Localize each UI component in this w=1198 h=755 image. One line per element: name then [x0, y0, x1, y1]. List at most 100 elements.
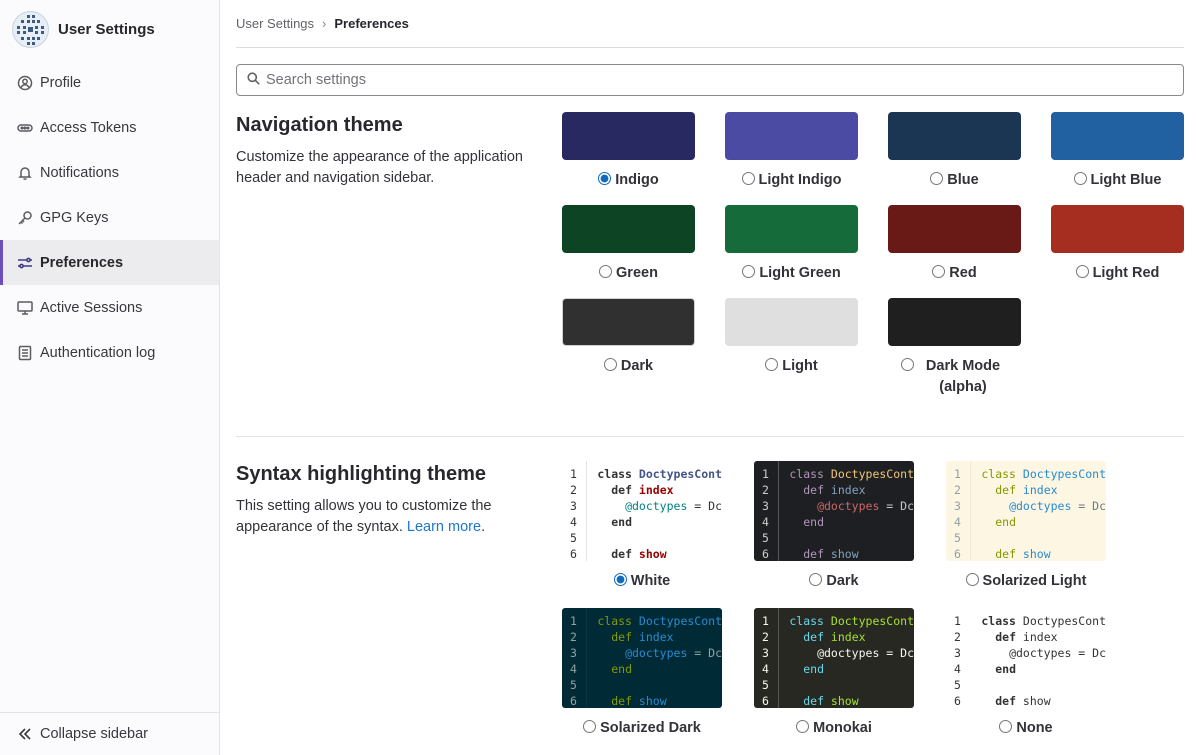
nav-theme-option-indigo[interactable]: Indigo	[562, 170, 695, 191]
nav-theme-radio-dark[interactable]	[603, 358, 617, 371]
nav-theme-radio-light[interactable]	[765, 358, 779, 371]
syntax-theme-option-monokai[interactable]: Monokai	[744, 718, 924, 739]
syntax-theme-option-solarized-light[interactable]: Solarized Light	[936, 571, 1116, 592]
collapse-sidebar-button[interactable]: Collapse sidebar	[0, 712, 219, 755]
sidebar-item-gpg-keys[interactable]: GPG Keys	[0, 195, 219, 240]
line-number: 1	[954, 614, 961, 628]
nav-theme-option-light-red[interactable]: Light Red	[1051, 263, 1184, 284]
syntax-theme-description: This setting allows you to customize the…	[236, 496, 546, 538]
sidebar-item-preferences[interactable]: Preferences	[0, 240, 219, 285]
syntax-preview-none[interactable]: 1 2 3 4 5 6 class DoctypesCont def index @doct…	[946, 608, 1106, 708]
nav-theme-swatch-light-green[interactable]	[725, 205, 858, 253]
nav-theme-radio-light-indigo[interactable]	[741, 172, 755, 185]
code-token: = Dc	[879, 646, 914, 660]
syntax-theme-radio-dark[interactable]	[809, 573, 823, 586]
nav-theme-radio-red[interactable]	[932, 265, 946, 278]
line-number: 3	[762, 499, 769, 513]
line-number: 4	[762, 515, 769, 529]
syntax-theme-radio-monokai[interactable]	[796, 720, 810, 733]
nav-theme-radio-indigo[interactable]	[598, 172, 612, 185]
nav-theme-option-light-indigo[interactable]: Light Indigo	[725, 170, 858, 191]
search-input[interactable]	[266, 72, 1166, 88]
syntax-theme-option-solarized-dark[interactable]: Solarized Dark	[552, 718, 732, 739]
nav-theme-radio-blue[interactable]	[930, 172, 944, 185]
line-number-gutter: 1 2 3 4 5 6	[562, 608, 588, 708]
code-token: def	[995, 630, 1023, 644]
syntax-theme-option-dark[interactable]: Dark	[744, 571, 924, 592]
nav-theme-option-light-green[interactable]: Light Green	[725, 263, 858, 284]
syntax-preview-solarized-dark[interactable]: 1 2 3 4 5 6 class DoctypesCont def index @doct…	[562, 608, 722, 708]
nav-theme-swatch-indigo[interactable]	[562, 112, 695, 160]
syntax-description-end: .	[481, 519, 486, 535]
nav-theme-swatch-dark-mode-alpha[interactable]	[888, 298, 1021, 346]
nav-theme-option-red[interactable]: Red	[888, 263, 1021, 284]
sidebar-item-access-tokens[interactable]: Access Tokens	[0, 105, 219, 150]
nav-theme-option-green[interactable]: Green	[562, 263, 695, 284]
code-line: def show	[597, 546, 722, 561]
syntax-theme-option-white[interactable]: White	[552, 571, 732, 592]
nav-theme-swatch-light-indigo[interactable]	[725, 112, 858, 160]
code-token: index	[638, 483, 674, 497]
nav-theme-option-dark-mode-alpha[interactable]: Dark Mode (alpha)	[888, 356, 1021, 398]
nav-theme-option-light[interactable]: Light	[725, 356, 858, 377]
code-token: class	[789, 614, 831, 628]
nav-theme-option-blue[interactable]: Blue	[888, 170, 1021, 191]
line-number: 4	[954, 515, 961, 529]
nav-theme-radio-green[interactable]	[599, 265, 613, 278]
nav-theme-swatch-light[interactable]	[725, 298, 858, 346]
syntax-theme-label: White	[630, 573, 671, 589]
nav-theme-label: Light Indigo	[758, 172, 842, 188]
line-number: 6	[954, 547, 961, 561]
line-number: 3	[570, 646, 577, 660]
nav-theme-swatch-dark[interactable]	[562, 298, 695, 346]
line-number: 4	[570, 515, 577, 529]
sidebar-item-active-sessions[interactable]: Active Sessions	[0, 285, 219, 330]
syntax-preview-dark[interactable]: 1 2 3 4 5 6 class DoctypesCont def index @doct…	[754, 461, 914, 561]
nav-theme-swatch-red[interactable]	[888, 205, 1021, 253]
breadcrumb-current: Preferences	[334, 16, 409, 31]
nav-theme-radio-light-red[interactable]	[1075, 265, 1089, 278]
line-number: 6	[954, 694, 961, 708]
code-token: index	[1022, 483, 1058, 497]
line-number: 5	[570, 531, 577, 545]
nav-theme-swatch-blue[interactable]	[888, 112, 1021, 160]
line-number-gutter: 1 2 3 4 5 6	[754, 461, 780, 561]
code-token: DoctypesCont	[638, 614, 722, 628]
header-divider	[236, 47, 1184, 48]
code-token: = Dc	[879, 499, 914, 513]
line-number-gutter: 1 2 3 4 5 6	[946, 461, 972, 561]
code-token: @doctypes	[625, 499, 688, 513]
nav-theme-radio-light-blue[interactable]	[1073, 172, 1087, 185]
nav-theme-swatch-green[interactable]	[562, 205, 695, 253]
syntax-preview-monokai[interactable]: 1 2 3 4 5 6 class DoctypesCont def index @doct…	[754, 608, 914, 708]
sidebar-item-profile[interactable]: Profile	[0, 60, 219, 105]
nav-theme-swatch-light-blue[interactable]	[1051, 112, 1184, 160]
nav-theme-option-light-blue[interactable]: Light Blue	[1051, 170, 1184, 191]
nav-theme-option-dark[interactable]: Dark	[562, 356, 695, 377]
avatar-icon[interactable]	[12, 11, 49, 48]
syntax-theme-option-none[interactable]: None	[936, 718, 1116, 739]
syntax-theme-radio-none[interactable]	[999, 720, 1013, 733]
nav-theme-label: Green	[616, 265, 658, 281]
nav-theme-radio-light-green[interactable]	[742, 265, 756, 278]
nav-theme-label: Light Blue	[1090, 172, 1162, 188]
sidebar-item-authentication-log[interactable]: Authentication log	[0, 330, 219, 375]
learn-more-link[interactable]: Learn more	[407, 519, 481, 535]
breadcrumb-parent[interactable]: User Settings	[236, 16, 314, 31]
line-number: 1	[570, 614, 577, 628]
syntax-theme-label: Dark	[826, 573, 859, 589]
nav-theme-swatch-light-red[interactable]	[1051, 205, 1184, 253]
syntax-theme-radio-white[interactable]	[613, 573, 627, 586]
code-token: DoctypesCont	[830, 614, 914, 628]
syntax-preview-white[interactable]: 1 2 3 4 5 6 class DoctypesCont def index @doct…	[562, 461, 722, 561]
code-token: end	[611, 515, 632, 529]
syntax-theme-radio-solarized-dark[interactable]	[583, 720, 597, 733]
syntax-preview-solarized-light[interactable]: 1 2 3 4 5 6 class DoctypesCont def index @doct…	[946, 461, 1106, 561]
code-line: end	[597, 661, 722, 677]
nav-theme-radio-dark-mode-alpha[interactable]	[901, 358, 914, 371]
sidebar-item-notifications[interactable]: Notifications	[0, 150, 219, 195]
syntax-theme-radio-solarized-light[interactable]	[965, 573, 979, 586]
